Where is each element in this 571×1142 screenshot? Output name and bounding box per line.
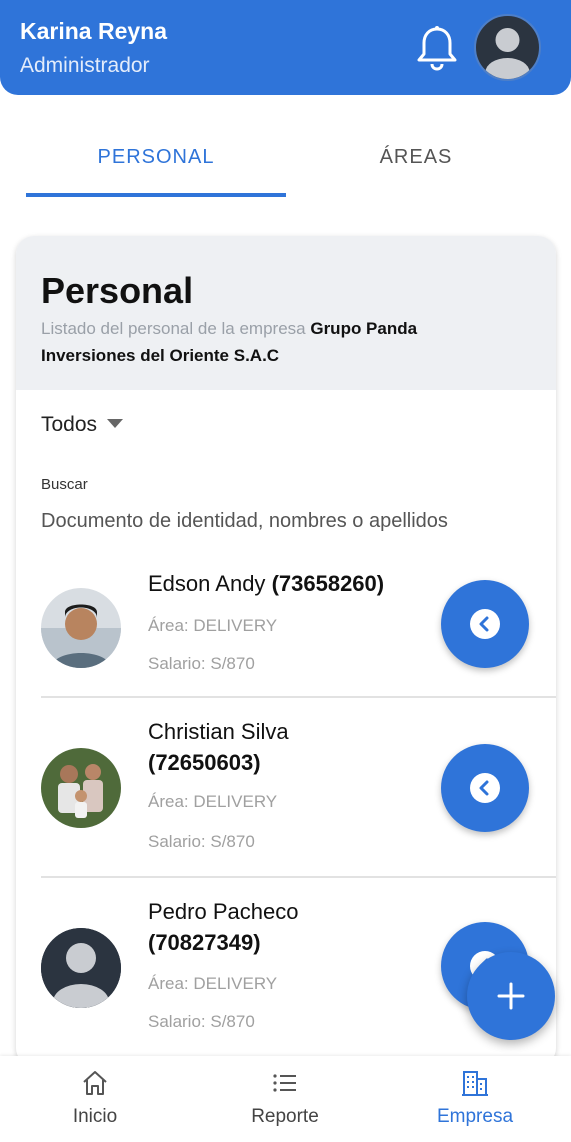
list-item[interactable]: Christian Silva (72650603) Área: DELIVERY… [41, 698, 556, 878]
nav-item-empresa[interactable]: Empresa [380, 1068, 570, 1128]
expand-actions-button[interactable] [441, 744, 529, 832]
user-name: Karina Reyna [20, 18, 168, 44]
card-description: Listado del personal de la empresa Grupo… [41, 315, 481, 369]
chevron-left-icon [470, 609, 500, 639]
page-title: Personal [41, 270, 194, 311]
employee-photo [41, 928, 121, 1008]
filter-dropdown[interactable]: Todos [41, 413, 124, 437]
app-header: Karina Reyna Administrador [0, 0, 571, 95]
employee-document: (73658260) [271, 571, 385, 596]
search-input[interactable] [41, 504, 521, 538]
building-icon [460, 1068, 490, 1098]
description-text: Listado del personal de la empresa [41, 319, 311, 338]
nav-item-reporte[interactable]: Reporte [190, 1068, 380, 1128]
nav-label: Inicio [72, 1106, 118, 1127]
card-header: Personal Listado del personal de la empr… [16, 236, 556, 390]
employee-photo [41, 588, 121, 668]
personal-card: Personal Listado del personal de la empr… [16, 236, 556, 1066]
filter-value: Todos [41, 413, 98, 436]
employee-document: (72650603) [148, 750, 261, 775]
tab-indicator [26, 193, 286, 197]
home-icon [80, 1068, 110, 1098]
nav-label: Empresa [436, 1106, 514, 1127]
employee-area: Área: DELIVERY [148, 974, 278, 993]
tab-personal[interactable]: PERSONAL [26, 146, 286, 169]
nav-item-inicio[interactable]: Inicio [0, 1068, 190, 1128]
chevron-left-icon [470, 773, 500, 803]
employee-salary: Salario: S/870 [148, 1012, 255, 1031]
employee-salary: Salario: S/870 [148, 832, 255, 851]
search-label: Buscar [41, 476, 88, 493]
employee-name: Edson Andy (73658260) [148, 568, 438, 599]
avatar[interactable] [474, 14, 541, 81]
employee-name: Christian Silva (72650603) [148, 716, 438, 778]
employee-document: (70827349) [148, 930, 261, 955]
nav-label: Reporte [251, 1106, 319, 1127]
bottom-nav: Inicio Reporte Empresa [0, 1056, 571, 1142]
employee-name: Pedro Pacheco (70827349) [148, 896, 438, 958]
employee-area: Área: DELIVERY [148, 616, 278, 635]
plus-icon [497, 982, 525, 1010]
employee-name-text: Edson Andy [148, 571, 266, 596]
caret-down-icon [107, 419, 124, 428]
employee-name-text: Christian Silva [148, 719, 289, 744]
employee-name-text: Pedro Pacheco [148, 899, 299, 924]
list-icon [270, 1068, 300, 1098]
expand-actions-button[interactable] [441, 580, 529, 668]
bell-icon[interactable] [414, 24, 460, 72]
employee-salary: Salario: S/870 [148, 654, 255, 673]
add-employee-button[interactable] [467, 952, 555, 1040]
employee-area: Área: DELIVERY [148, 792, 278, 811]
user-role: Administrador [20, 54, 150, 77]
tab-areas[interactable]: ÁREAS [286, 146, 546, 169]
employee-photo [41, 748, 121, 828]
list-item[interactable]: Edson Andy (73658260) Área: DELIVERY Sal… [41, 556, 556, 698]
tab-bar: PERSONAL ÁREAS [0, 118, 571, 198]
